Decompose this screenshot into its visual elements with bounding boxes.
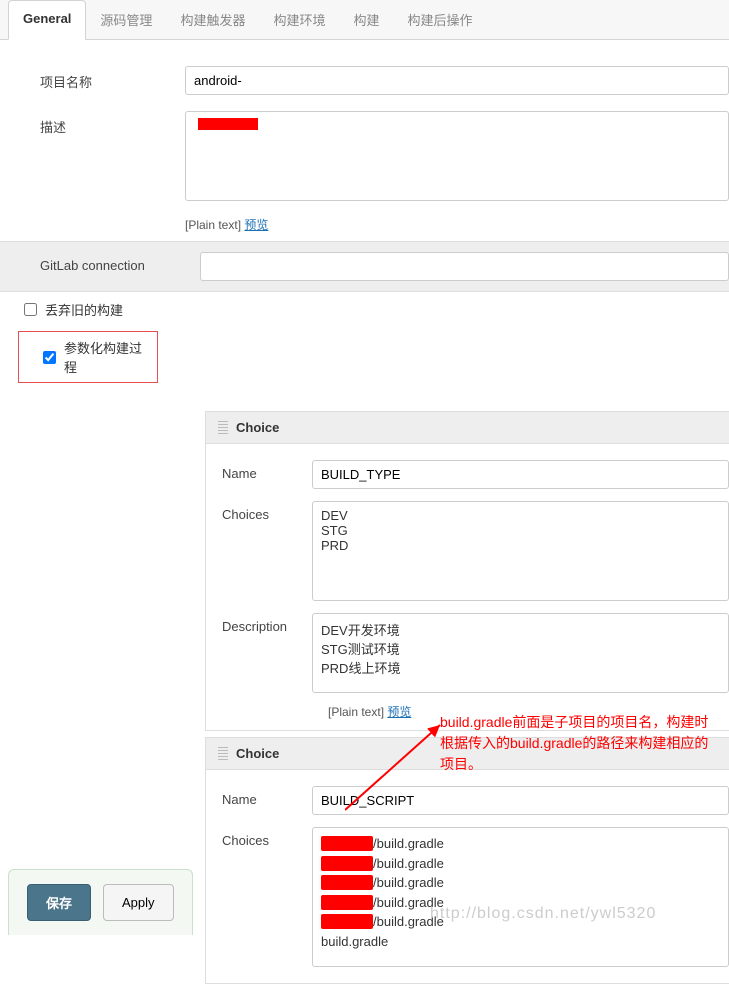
choice-description-textarea[interactable]: DEV开发环境 STG测试环境 PRD线上环境 — [312, 613, 729, 693]
redaction-mark — [198, 118, 258, 130]
tab-scm[interactable]: 源码管理 — [86, 0, 166, 39]
choice-name-input[interactable] — [312, 460, 729, 489]
config-tabs: General 源码管理 构建触发器 构建环境 构建 构建后操作 — [0, 0, 729, 40]
project-name-input[interactable] — [185, 66, 729, 95]
plain-text-label: [Plain text] — [328, 705, 384, 719]
gitlab-input[interactable] — [200, 252, 729, 281]
tab-build[interactable]: 构建 — [339, 0, 393, 39]
preview-link[interactable]: 预览 — [387, 705, 411, 719]
parameterized-row: 参数化构建过程 — [18, 331, 158, 383]
choice-parameter-block: Choice Name Choices DEV STG PRD Descript… — [205, 411, 729, 731]
choices-textarea[interactable]: DEV STG PRD — [312, 501, 729, 601]
save-button[interactable]: 保存 — [27, 884, 91, 921]
project-name-row: 项目名称 — [0, 58, 729, 103]
choices-label: Choices — [222, 501, 312, 601]
choices-textarea-2[interactable]: xxxxxxxx/build.gradlexxxxxxxx/build.grad… — [312, 827, 729, 967]
parameterized-checkbox[interactable] — [43, 351, 56, 364]
tab-triggers[interactable]: 构建触发器 — [166, 0, 259, 39]
description-label: 描述 — [40, 111, 185, 204]
project-name-label: 项目名称 — [40, 66, 185, 95]
choice-title-2: Choice — [236, 746, 279, 761]
action-bar: 保存 Apply — [8, 869, 193, 935]
parameterized-label: 参数化构建过程 — [64, 338, 147, 376]
preview-link[interactable]: 预览 — [244, 218, 268, 232]
gitlab-connection-row: GitLab connection — [0, 241, 729, 292]
annotation-text: build.gradle前面是子项目的项目名，构建时根据传入的build.gra… — [440, 712, 720, 775]
description-label-2: Description — [222, 613, 312, 693]
description-textarea[interactable] — [185, 111, 729, 201]
choice-header[interactable]: Choice — [206, 412, 729, 444]
gitlab-label: GitLab connection — [40, 252, 200, 281]
discard-old-checkbox[interactable] — [24, 303, 37, 316]
name-label: Name — [222, 460, 312, 489]
name-label-2: Name — [222, 786, 312, 815]
drag-handle-icon[interactable] — [218, 421, 228, 435]
drag-handle-icon[interactable] — [218, 747, 228, 761]
tab-env[interactable]: 构建环境 — [259, 0, 339, 39]
description-row: 描述 — [0, 103, 729, 212]
choice-title: Choice — [236, 420, 279, 435]
description-format-row: [Plain text] 预览 — [0, 216, 729, 233]
watermark-text: http://blog.csdn.net/ywl5320 — [430, 905, 656, 923]
plain-text-label: [Plain text] — [185, 218, 241, 232]
annotation-arrow-icon — [345, 720, 455, 820]
discard-old-row: 丢弃旧的构建 — [0, 292, 729, 327]
discard-old-label: 丢弃旧的构建 — [45, 300, 123, 319]
choices-label-2: Choices — [222, 827, 312, 967]
tab-general[interactable]: General — [8, 0, 86, 40]
apply-button[interactable]: Apply — [103, 884, 174, 921]
tab-postbuild[interactable]: 构建后操作 — [393, 0, 486, 39]
